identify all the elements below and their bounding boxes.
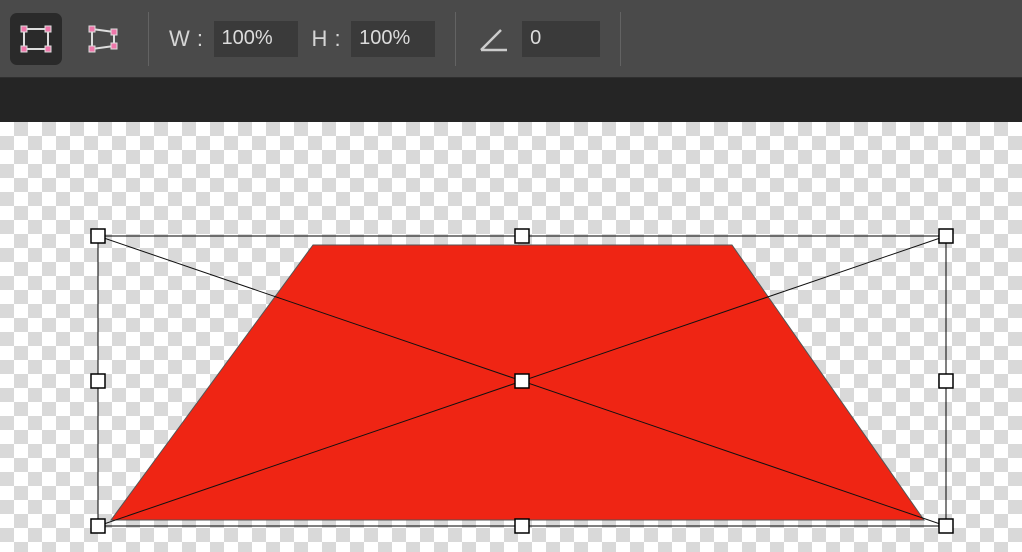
free-transform-icon [18, 21, 54, 57]
width-field-group: W : [169, 21, 298, 57]
handle-top-right[interactable] [939, 229, 953, 243]
handle-mid-right[interactable] [939, 374, 953, 388]
height-input[interactable] [351, 21, 435, 57]
handle-bottom-right[interactable] [939, 519, 953, 533]
perspective-transform-icon [84, 21, 120, 57]
height-label: H : [312, 26, 342, 52]
width-input[interactable] [214, 21, 298, 57]
angle-input[interactable] [522, 21, 600, 57]
width-label: W : [169, 26, 204, 52]
separator [148, 12, 149, 66]
handle-bottom-left[interactable] [91, 519, 105, 533]
app-root: W : H : [0, 0, 1022, 552]
handle-top-center[interactable] [515, 229, 529, 243]
canvas-overlay [0, 122, 1022, 552]
angle-field-group [476, 21, 600, 57]
separator [455, 12, 456, 66]
free-transform-toggle[interactable] [10, 13, 62, 65]
height-field-group: H : [312, 21, 436, 57]
angle-icon [476, 21, 512, 57]
canvas[interactable] [0, 122, 1022, 552]
transform-options-bar: W : H : [0, 0, 1022, 78]
perspective-transform-toggle[interactable] [76, 13, 128, 65]
handle-top-left[interactable] [91, 229, 105, 243]
secondary-bar [0, 78, 1022, 122]
handle-mid-left[interactable] [91, 374, 105, 388]
handle-center[interactable] [515, 374, 529, 388]
separator [620, 12, 621, 66]
handle-bottom-center[interactable] [515, 519, 529, 533]
